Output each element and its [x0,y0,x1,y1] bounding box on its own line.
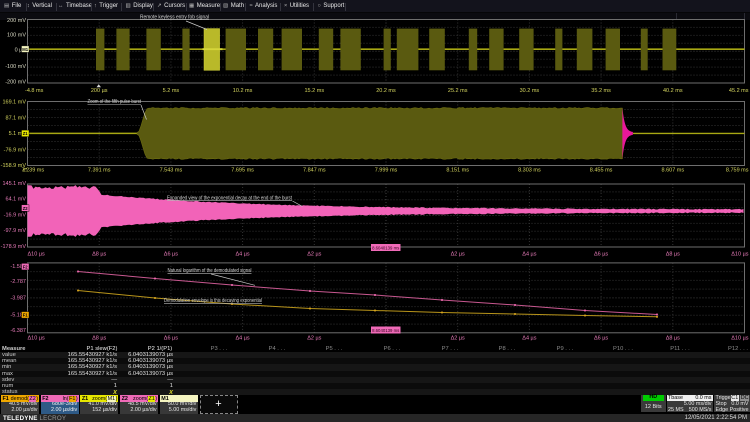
svg-text:Δ8 µs: Δ8 µs [666,251,680,257]
svg-text:Δ4 µs: Δ4 µs [236,335,250,341]
svg-text:F1: F1 [23,313,29,318]
svg-text:35.2 ms: 35.2 ms [591,88,611,94]
svg-text:8.455 ms: 8.455 ms [590,168,613,174]
svg-text:169.1 mV: 169.1 mV [2,100,26,106]
svg-text:Δ6 µs: Δ6 µs [164,251,178,257]
svg-text:Δ4 µs: Δ4 µs [522,335,536,341]
svg-text:Δ2 µs: Δ2 µs [307,251,321,257]
svg-text:30.2 ms: 30.2 ms [520,88,540,94]
svg-text:8.759 ms: 8.759 ms [726,168,749,174]
svg-text:Z1: Z1 [23,131,29,136]
svg-text:7.847 ms: 7.847 ms [303,168,326,174]
svg-text:-76.9 mV: -76.9 mV [4,147,27,153]
svg-text:8.6040139 ms: 8.6040139 ms [372,328,399,333]
svg-text:100 mV: 100 mV [7,32,26,38]
svg-text:-200 mV: -200 mV [5,79,26,85]
svg-text:64.1 mV: 64.1 mV [6,197,27,203]
svg-text:Δ6 µs: Δ6 µs [594,251,608,257]
svg-text:Δ8 µs: Δ8 µs [92,335,106,341]
svg-text:Δ2 µs: Δ2 µs [307,335,321,341]
svg-text:-6.387: -6.387 [10,328,26,334]
svg-text:25.2 ms: 25.2 ms [448,88,468,94]
svg-text:-100 mV: -100 mV [5,64,26,70]
svg-text:Δ6 µs: Δ6 µs [594,335,608,341]
svg-text:7.999 ms: 7.999 ms [375,168,398,174]
svg-text:20.2 ms: 20.2 ms [376,88,396,94]
svg-text:200 mV: 200 mV [7,18,26,24]
svg-text:Δ8 µs: Δ8 µs [666,335,680,341]
svg-text:7.239 ms: 7.239 ms [22,168,45,174]
svg-text:Δ10 µs: Δ10 µs [28,335,45,341]
svg-text:-178.9 mV: -178.9 mV [1,244,27,250]
svg-text:M1: M1 [22,47,28,52]
svg-text:Δ2 µs: Δ2 µs [451,251,465,257]
svg-text:-97.9 mV: -97.9 mV [4,228,27,234]
svg-text:Z2: Z2 [23,206,29,211]
svg-text:5.2 ms: 5.2 ms [163,88,180,94]
svg-text:45.2 ms: 45.2 ms [729,88,749,94]
svg-text:7.543 ms: 7.543 ms [160,168,183,174]
svg-text:-4.8 ms: -4.8 ms [25,88,44,94]
svg-text:-3.987: -3.987 [10,296,26,302]
svg-text:Δ10 µs: Δ10 µs [731,335,748,341]
svg-text:Δ4 µs: Δ4 µs [522,251,536,257]
svg-text:F2: F2 [23,264,29,269]
svg-text:Δ8 µs: Δ8 µs [92,251,106,257]
svg-text:200 µs: 200 µs [91,88,108,94]
svg-text:8.6040139 ms: 8.6040139 ms [372,245,399,250]
svg-text:-2.787: -2.787 [10,279,26,285]
svg-text:15.2 ms: 15.2 ms [305,88,325,94]
svg-text:Δ6 µs: Δ6 µs [164,335,178,341]
svg-text:7.391 ms: 7.391 ms [88,168,111,174]
svg-text:10.2 ms: 10.2 ms [233,88,253,94]
svg-text:8.151 ms: 8.151 ms [446,168,469,174]
svg-text:87.1 mV: 87.1 mV [6,115,27,121]
svg-text:-16.9 mV: -16.9 mV [4,213,27,219]
svg-text:7.695 ms: 7.695 ms [231,168,254,174]
svg-text:Δ10 µs: Δ10 µs [731,251,748,257]
svg-text:Δ4 µs: Δ4 µs [236,251,250,257]
svg-text:40.2 ms: 40.2 ms [663,88,683,94]
svg-text:8.303 ms: 8.303 ms [518,168,541,174]
svg-text:8.607 ms: 8.607 ms [661,168,684,174]
svg-text:145.1 mV: 145.1 mV [2,181,26,187]
svg-text:Δ2 µs: Δ2 µs [451,335,465,341]
svg-text:Δ10 µs: Δ10 µs [28,251,45,257]
